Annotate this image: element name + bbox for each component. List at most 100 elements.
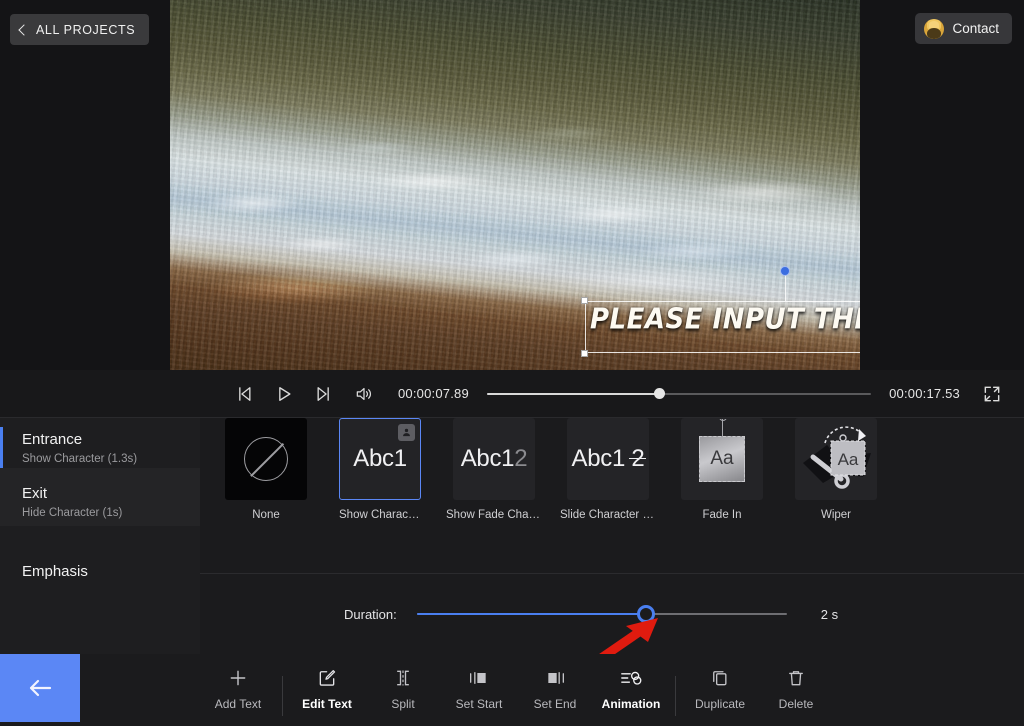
- preset-show-fade-character-thumbnail: Abc12: [453, 418, 535, 500]
- video-preview-area: Please input the text ALL PROJECTS Conta…: [0, 0, 1024, 370]
- playback-progress-fill: [486, 392, 660, 395]
- preset-fade-in[interactable]: Aa Fade In: [681, 418, 763, 521]
- playback-thumb[interactable]: [654, 388, 666, 399]
- tool-edit-text[interactable]: Edit Text: [289, 666, 365, 711]
- preset-fade-in-label: Fade In: [702, 509, 742, 521]
- preset-slide-character[interactable]: Abc1 2 Slide Character fr...: [560, 418, 656, 521]
- preset-slide-character-thumbnail: Abc1 2: [567, 418, 649, 500]
- all-projects-button[interactable]: ALL PROJECTS: [10, 14, 150, 45]
- preset-slide-character-label: Slide Character fr...: [560, 509, 656, 521]
- fullscreen-icon[interactable]: [982, 384, 1002, 404]
- chevron-left-icon: [18, 23, 30, 36]
- set-start-icon: [467, 666, 491, 690]
- overlay-text-content[interactable]: Please input the text: [590, 304, 860, 336]
- preset-show-fade-character-glyph: Abc12: [460, 445, 528, 472]
- tool-set-start[interactable]: Set Start: [441, 666, 517, 711]
- tool-duplicate-label: Duplicate: [694, 697, 746, 711]
- category-entrance[interactable]: Entrance Show Character (1.3s): [0, 418, 200, 468]
- tool-set-end-label: Set End: [533, 697, 577, 711]
- letterbox-right: [860, 0, 1024, 370]
- tool-delete-label: Delete: [778, 697, 814, 711]
- duration-row: Duration: 2 s: [200, 574, 1024, 654]
- skip-previous-icon[interactable]: [234, 384, 254, 404]
- tool-animation[interactable]: Animation: [593, 666, 669, 711]
- wiper-icon: Aa: [803, 426, 871, 489]
- tool-animation-label: Animation: [601, 697, 661, 711]
- category-entrance-subtitle: Show Character (1.3s): [22, 453, 138, 465]
- preset-show-fade-character-label: Show Fade Chara...: [446, 509, 542, 521]
- total-time: 00:00:17.53: [889, 386, 960, 401]
- pencil-square-icon: [317, 666, 337, 690]
- tool-split[interactable]: Split: [365, 666, 441, 711]
- preset-show-character[interactable]: Abc1 Show Character: [339, 418, 421, 521]
- preset-show-fade-character[interactable]: Abc12 Show Fade Chara...: [446, 418, 542, 521]
- toolbar-divider: [675, 676, 676, 716]
- editing-tools: Add Text Edit Text Split Set Start Set E…: [200, 654, 1024, 726]
- play-icon[interactable]: [274, 384, 294, 404]
- bottom-toolbar: Add Text Edit Text Split Set Start Set E…: [0, 654, 1024, 726]
- anchor-pin-icon: [718, 419, 727, 437]
- skip-next-icon[interactable]: [314, 384, 334, 404]
- letterbox-left: [0, 0, 170, 370]
- contact-label: Contact: [952, 21, 999, 36]
- tool-edit-text-label: Edit Text: [302, 697, 352, 711]
- plus-icon: [228, 666, 248, 690]
- tool-set-start-label: Set Start: [455, 697, 503, 711]
- preset-wiper-thumbnail: Aa: [795, 418, 877, 500]
- user-avatar-icon: [924, 18, 945, 39]
- person-badge-icon: [398, 424, 415, 441]
- rotate-handle[interactable]: [780, 266, 790, 276]
- tool-add-text-label: Add Text: [214, 697, 262, 711]
- duration-slider-fill: [416, 613, 647, 615]
- preset-show-character-thumbnail: Abc1: [339, 418, 421, 500]
- playback-scrubber[interactable]: [486, 388, 872, 399]
- preset-show-character-glyph: Abc1: [353, 445, 407, 472]
- preset-slide-character-glyph: Abc1 2: [571, 445, 645, 472]
- split-icon: [392, 666, 414, 690]
- tool-add-text[interactable]: Add Text: [200, 666, 276, 711]
- animation-panel: Entrance Show Character (1.3s) Exit Hide…: [0, 418, 1024, 654]
- category-emphasis-title: Emphasis: [22, 563, 88, 580]
- toolbar-divider: [282, 676, 283, 716]
- duration-value: 2 s: [820, 606, 839, 622]
- animation-icon: [619, 666, 643, 690]
- preset-show-character-label: Show Character: [339, 509, 421, 521]
- set-end-icon: [543, 666, 567, 690]
- resize-handle-bottom-left[interactable]: [581, 350, 588, 357]
- fade-in-icon: Aa: [699, 419, 745, 482]
- animation-preset-grid: None Abc1 Show Character Abc12 Show Fade…: [200, 418, 1024, 574]
- transport-controls: [234, 384, 374, 404]
- duration-slider-thumb[interactable]: [637, 605, 656, 623]
- tool-split-label: Split: [391, 697, 415, 711]
- back-button[interactable]: [0, 654, 80, 722]
- tool-duplicate[interactable]: Duplicate: [682, 666, 758, 711]
- preset-none-thumbnail: [225, 418, 307, 500]
- category-exit-subtitle: Hide Character (1s): [22, 507, 123, 519]
- resize-handle-top-left[interactable]: [581, 297, 588, 304]
- category-emphasis[interactable]: Emphasis: [0, 526, 200, 580]
- tool-delete[interactable]: Delete: [758, 666, 834, 711]
- current-time: 00:00:07.89: [398, 386, 469, 401]
- contact-button[interactable]: Contact: [915, 13, 1012, 44]
- trash-icon: [786, 666, 806, 690]
- preset-wiper[interactable]: Aa Wiper: [795, 418, 877, 521]
- duplicate-icon: [710, 666, 730, 690]
- duration-slider[interactable]: [416, 605, 787, 623]
- no-animation-icon: [244, 437, 288, 481]
- tool-set-end[interactable]: Set End: [517, 666, 593, 711]
- preset-fade-in-glyph: Aa: [710, 448, 734, 469]
- preset-none[interactable]: None: [225, 418, 307, 521]
- arrow-left-icon: [29, 679, 52, 697]
- video-canvas[interactable]: Please input the text: [170, 0, 860, 370]
- category-entrance-title: Entrance: [22, 431, 83, 448]
- animation-presets-area: None Abc1 Show Character Abc12 Show Fade…: [200, 418, 1024, 654]
- preset-fade-in-thumbnail: Aa: [681, 418, 763, 500]
- preset-wiper-label: Wiper: [820, 509, 852, 521]
- volume-icon[interactable]: [354, 384, 374, 404]
- preset-none-label: None: [252, 509, 280, 521]
- category-exit[interactable]: Exit Hide Character (1s): [0, 468, 200, 526]
- playback-bar: 00:00:07.89 00:00:17.53: [0, 370, 1024, 418]
- svg-text:Aa: Aa: [838, 450, 859, 469]
- text-layer-selection[interactable]: Please input the text: [581, 266, 860, 357]
- animation-category-list: Entrance Show Character (1.3s) Exit Hide…: [0, 418, 200, 654]
